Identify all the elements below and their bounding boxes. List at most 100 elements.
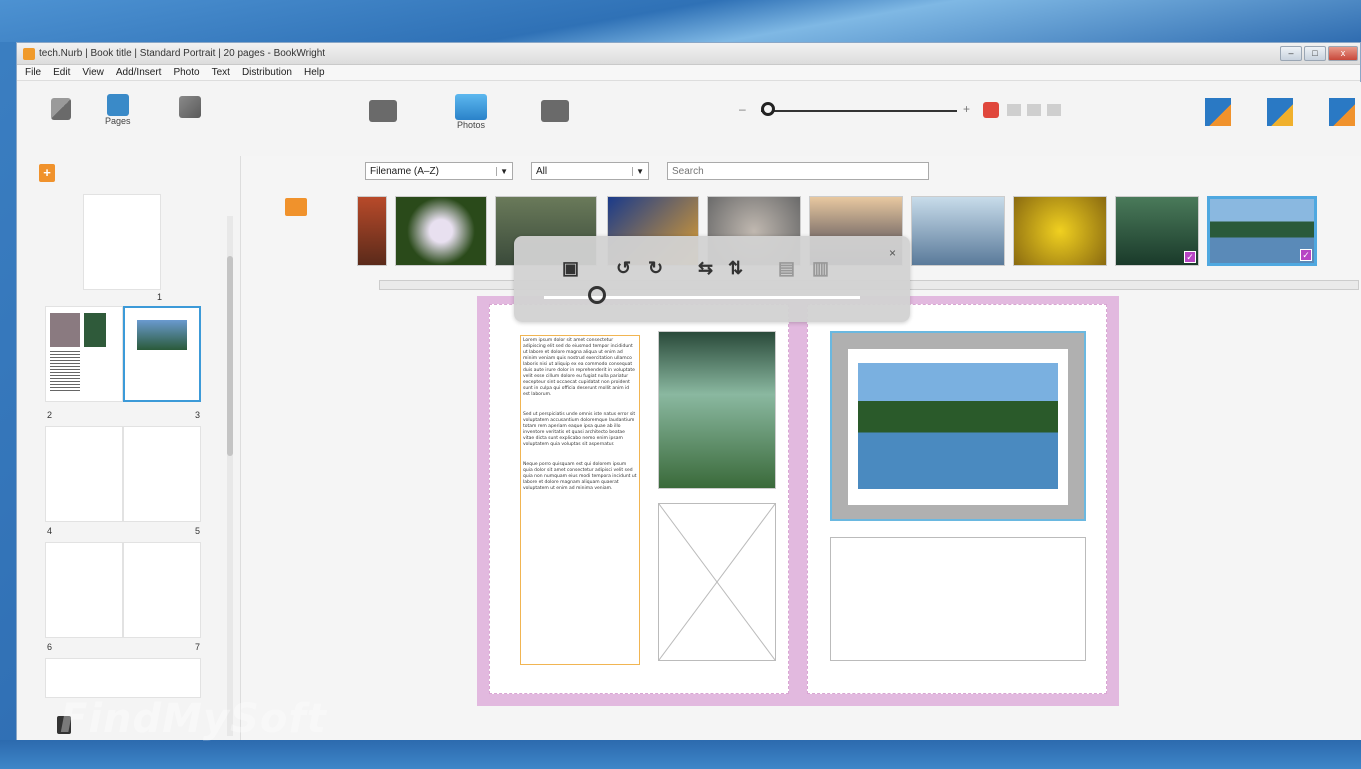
taskbar bbox=[0, 740, 1361, 769]
right-page bbox=[807, 304, 1107, 694]
title-bar: tech.Nurb | Book title | Standard Portra… bbox=[17, 43, 1360, 65]
page-number-2: 2 bbox=[47, 410, 53, 420]
link-icon[interactable] bbox=[983, 102, 999, 118]
page-2-image-2 bbox=[84, 313, 106, 347]
menu-add-insert[interactable]: Add/Insert bbox=[110, 67, 168, 78]
page-number-6: 6 bbox=[47, 642, 53, 652]
placeholder-cross-icon bbox=[658, 503, 776, 661]
view-grid-icon[interactable] bbox=[1047, 104, 1061, 116]
empty-text-frame[interactable] bbox=[830, 537, 1086, 661]
layouts-center-icon bbox=[369, 100, 397, 122]
show-select-value: All bbox=[536, 165, 548, 177]
window-title: tech.Nurb | Book title | Standard Portra… bbox=[39, 48, 326, 59]
page-thumb-3[interactable] bbox=[123, 306, 201, 402]
photo-thumb-10[interactable]: ✓ bbox=[1207, 196, 1317, 266]
zoom-in-button[interactable]: + bbox=[963, 102, 970, 116]
page-thumb-6[interactable] bbox=[45, 542, 123, 638]
bring-forward-button[interactable]: ▤ bbox=[778, 258, 795, 279]
menu-file[interactable]: File bbox=[19, 67, 47, 78]
page-thumb-7[interactable] bbox=[123, 542, 201, 638]
backgrounds-icon bbox=[179, 96, 201, 118]
photos-tab[interactable]: Photos bbox=[455, 94, 487, 130]
lake-photo-frame[interactable] bbox=[830, 331, 1086, 521]
window-controls: – □ x bbox=[1280, 46, 1360, 61]
photo-zoom-knob-icon[interactable] bbox=[588, 286, 606, 304]
menu-edit[interactable]: Edit bbox=[47, 67, 76, 78]
photo-thumb-8[interactable] bbox=[1013, 196, 1107, 266]
page-thumb-2[interactable] bbox=[45, 306, 123, 402]
layouts-icon bbox=[51, 98, 71, 120]
rotate-right-button[interactable]: ↻ bbox=[648, 258, 663, 279]
menu-view[interactable]: View bbox=[76, 67, 110, 78]
zoom-out-button[interactable]: – bbox=[739, 102, 746, 116]
close-button[interactable]: x bbox=[1328, 46, 1358, 61]
left-page: Lorem ipsum dolor sit amet consectetur a… bbox=[489, 304, 789, 694]
text-paragraph-3: Neque porro quisquam est qui dolorem ips… bbox=[523, 462, 637, 491]
page-2-text bbox=[50, 351, 80, 391]
minimize-button[interactable]: – bbox=[1280, 46, 1302, 61]
page-2-image bbox=[50, 313, 80, 347]
show-select[interactable]: All ▼ bbox=[531, 162, 649, 180]
photo-thumb-1[interactable] bbox=[357, 196, 387, 266]
menu-distribution[interactable]: Distribution bbox=[236, 67, 298, 78]
page-number-3: 3 bbox=[195, 410, 201, 420]
pages-icon bbox=[106, 94, 129, 116]
backgrounds-tab[interactable] bbox=[179, 96, 201, 118]
page-3-image bbox=[137, 320, 187, 350]
sort-select[interactable]: Filename (A–Z) ▼ bbox=[365, 162, 513, 180]
zoom-track[interactable] bbox=[761, 110, 957, 112]
page-number-4: 4 bbox=[47, 526, 53, 536]
pages-tab[interactable]: Pages bbox=[105, 94, 131, 126]
sort-select-value: Filename (A–Z) bbox=[370, 165, 439, 177]
pages-scrollbar-thumb[interactable] bbox=[227, 256, 233, 456]
search-input[interactable] bbox=[667, 162, 929, 180]
menu-photo[interactable]: Photo bbox=[167, 67, 205, 78]
publish-icon[interactable] bbox=[1329, 98, 1355, 126]
add-page-icon[interactable]: + bbox=[39, 164, 55, 182]
pages-scrollbar[interactable] bbox=[227, 216, 233, 736]
text-frame[interactable]: Lorem ipsum dolor sit amet consectetur a… bbox=[520, 335, 640, 665]
menu-bar: File Edit View Add/Insert Photo Text Dis… bbox=[17, 65, 1360, 81]
empty-photo-frame[interactable] bbox=[658, 503, 776, 661]
app-window: tech.Nurb | Book title | Standard Portra… bbox=[16, 42, 1361, 741]
rotate-left-button[interactable]: ↺ bbox=[616, 258, 631, 279]
used-check-icon: ✓ bbox=[1184, 251, 1196, 263]
view-spread-icon[interactable] bbox=[1027, 104, 1041, 116]
page-thumb-8[interactable] bbox=[45, 658, 201, 698]
page-number-5: 5 bbox=[195, 526, 201, 536]
close-icon[interactable]: × bbox=[889, 246, 896, 260]
photo-filter-row: Filename (A–Z) ▼ All ▼ bbox=[365, 162, 929, 180]
page-thumb-4[interactable] bbox=[45, 426, 123, 522]
view-single-icon[interactable] bbox=[1007, 104, 1021, 116]
page-number-7: 7 bbox=[195, 642, 201, 652]
page-thumb-1[interactable] bbox=[83, 194, 161, 290]
warnings-icon[interactable] bbox=[1267, 98, 1293, 126]
crop-button[interactable]: ▣ bbox=[562, 258, 579, 279]
page-number-1: 1 bbox=[157, 292, 163, 302]
flip-horizontal-button[interactable]: ⇆ bbox=[698, 258, 713, 279]
forest-photo-frame[interactable] bbox=[658, 331, 776, 489]
layouts-center-tab[interactable] bbox=[369, 100, 397, 122]
add-photos-icon[interactable] bbox=[285, 198, 307, 216]
send-backward-button[interactable]: ▥ bbox=[812, 258, 829, 279]
photo-thumb-2[interactable] bbox=[395, 196, 487, 266]
layouts-tab[interactable] bbox=[51, 98, 71, 120]
lake-photo bbox=[858, 363, 1058, 489]
used-check-icon: ✓ bbox=[1300, 249, 1312, 261]
app-icon bbox=[23, 47, 35, 60]
watermark: FindMySoft bbox=[60, 696, 327, 742]
backgrounds-center-tab[interactable] bbox=[541, 100, 569, 122]
book-canvas: Lorem ipsum dolor sit amet consectetur a… bbox=[241, 296, 1361, 741]
photos-tab-label: Photos bbox=[456, 120, 486, 130]
page-thumb-5[interactable] bbox=[123, 426, 201, 522]
menu-help[interactable]: Help bbox=[298, 67, 331, 78]
preview-book-icon[interactable] bbox=[1205, 98, 1231, 126]
zoom-control: – + bbox=[733, 102, 973, 122]
flip-vertical-button[interactable]: ⇅ bbox=[728, 258, 743, 279]
menu-text[interactable]: Text bbox=[206, 67, 236, 78]
maximize-button[interactable]: □ bbox=[1304, 46, 1326, 61]
zoom-knob-icon[interactable] bbox=[761, 102, 775, 116]
pages-panel: + 1 2 3 4 5 6 7 bbox=[17, 156, 241, 741]
photo-thumb-7[interactable] bbox=[911, 196, 1005, 266]
photo-thumb-9[interactable]: ✓ bbox=[1115, 196, 1199, 266]
